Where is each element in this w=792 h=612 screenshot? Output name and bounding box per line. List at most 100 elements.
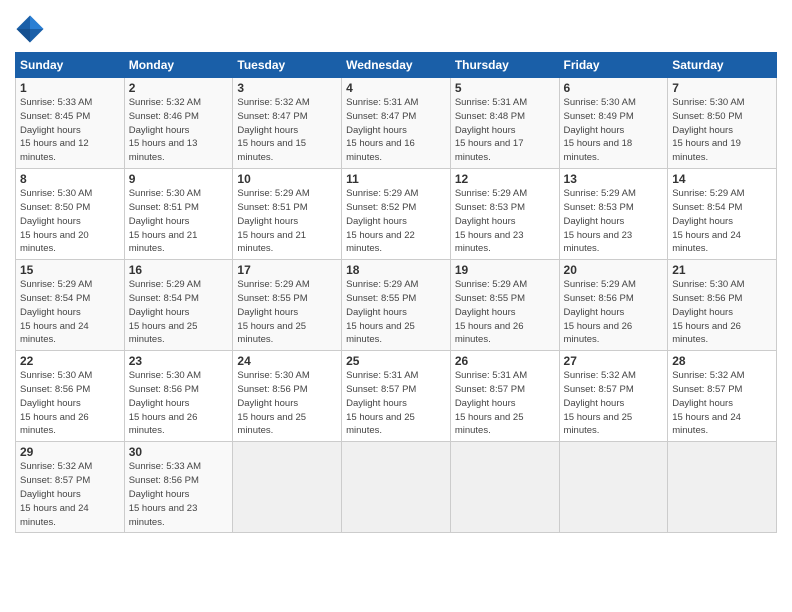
week-row-2: 8 Sunrise: 5:30 AMSunset: 8:50 PMDayligh… [16, 169, 777, 260]
day-cell: 2 Sunrise: 5:32 AMSunset: 8:46 PMDayligh… [124, 78, 233, 169]
header-cell-tuesday: Tuesday [233, 53, 342, 78]
day-cell: 17 Sunrise: 5:29 AMSunset: 8:55 PMDaylig… [233, 260, 342, 351]
day-info: Sunrise: 5:30 AMSunset: 8:49 PMDaylight … [564, 97, 636, 163]
day-cell: 15 Sunrise: 5:29 AMSunset: 8:54 PMDaylig… [16, 260, 125, 351]
week-row-5: 29 Sunrise: 5:32 AMSunset: 8:57 PMDaylig… [16, 442, 777, 533]
day-cell: 8 Sunrise: 5:30 AMSunset: 8:50 PMDayligh… [16, 169, 125, 260]
week-row-4: 22 Sunrise: 5:30 AMSunset: 8:56 PMDaylig… [16, 351, 777, 442]
header-cell-thursday: Thursday [450, 53, 559, 78]
day-info: Sunrise: 5:33 AMSunset: 8:56 PMDaylight … [129, 461, 201, 527]
day-number: 14 [672, 172, 772, 186]
day-number: 30 [129, 445, 229, 459]
day-info: Sunrise: 5:32 AMSunset: 8:47 PMDaylight … [237, 97, 309, 163]
day-info: Sunrise: 5:32 AMSunset: 8:57 PMDaylight … [20, 461, 92, 527]
day-info: Sunrise: 5:31 AMSunset: 8:57 PMDaylight … [346, 370, 418, 436]
day-cell [668, 442, 777, 533]
day-cell: 20 Sunrise: 5:29 AMSunset: 8:56 PMDaylig… [559, 260, 668, 351]
day-cell: 9 Sunrise: 5:30 AMSunset: 8:51 PMDayligh… [124, 169, 233, 260]
day-info: Sunrise: 5:29 AMSunset: 8:55 PMDaylight … [237, 279, 309, 345]
day-cell: 7 Sunrise: 5:30 AMSunset: 8:50 PMDayligh… [668, 78, 777, 169]
day-number: 23 [129, 354, 229, 368]
day-info: Sunrise: 5:29 AMSunset: 8:55 PMDaylight … [455, 279, 527, 345]
day-number: 16 [129, 263, 229, 277]
week-row-1: 1 Sunrise: 5:33 AMSunset: 8:45 PMDayligh… [16, 78, 777, 169]
day-number: 15 [20, 263, 120, 277]
day-cell: 14 Sunrise: 5:29 AMSunset: 8:54 PMDaylig… [668, 169, 777, 260]
day-number: 20 [564, 263, 664, 277]
day-cell: 10 Sunrise: 5:29 AMSunset: 8:51 PMDaylig… [233, 169, 342, 260]
day-cell [450, 442, 559, 533]
day-info: Sunrise: 5:29 AMSunset: 8:53 PMDaylight … [455, 188, 527, 254]
day-cell: 30 Sunrise: 5:33 AMSunset: 8:56 PMDaylig… [124, 442, 233, 533]
day-cell: 23 Sunrise: 5:30 AMSunset: 8:56 PMDaylig… [124, 351, 233, 442]
day-info: Sunrise: 5:31 AMSunset: 8:48 PMDaylight … [455, 97, 527, 163]
day-number: 13 [564, 172, 664, 186]
day-info: Sunrise: 5:29 AMSunset: 8:53 PMDaylight … [564, 188, 636, 254]
day-cell: 5 Sunrise: 5:31 AMSunset: 8:48 PMDayligh… [450, 78, 559, 169]
day-cell: 24 Sunrise: 5:30 AMSunset: 8:56 PMDaylig… [233, 351, 342, 442]
day-info: Sunrise: 5:31 AMSunset: 8:57 PMDaylight … [455, 370, 527, 436]
day-cell: 1 Sunrise: 5:33 AMSunset: 8:45 PMDayligh… [16, 78, 125, 169]
day-number: 19 [455, 263, 555, 277]
day-number: 4 [346, 81, 446, 95]
day-info: Sunrise: 5:30 AMSunset: 8:51 PMDaylight … [129, 188, 201, 254]
header-cell-wednesday: Wednesday [342, 53, 451, 78]
header [15, 10, 777, 44]
day-info: Sunrise: 5:29 AMSunset: 8:54 PMDaylight … [20, 279, 92, 345]
day-cell: 18 Sunrise: 5:29 AMSunset: 8:55 PMDaylig… [342, 260, 451, 351]
day-number: 28 [672, 354, 772, 368]
day-info: Sunrise: 5:32 AMSunset: 8:57 PMDaylight … [564, 370, 636, 436]
day-cell [233, 442, 342, 533]
day-cell: 27 Sunrise: 5:32 AMSunset: 8:57 PMDaylig… [559, 351, 668, 442]
day-info: Sunrise: 5:29 AMSunset: 8:52 PMDaylight … [346, 188, 418, 254]
day-number: 18 [346, 263, 446, 277]
calendar-page: SundayMondayTuesdayWednesdayThursdayFrid… [0, 0, 792, 612]
day-cell: 28 Sunrise: 5:32 AMSunset: 8:57 PMDaylig… [668, 351, 777, 442]
logo-icon [15, 14, 45, 44]
day-info: Sunrise: 5:30 AMSunset: 8:56 PMDaylight … [672, 279, 744, 345]
day-number: 29 [20, 445, 120, 459]
day-cell: 21 Sunrise: 5:30 AMSunset: 8:56 PMDaylig… [668, 260, 777, 351]
day-info: Sunrise: 5:30 AMSunset: 8:56 PMDaylight … [129, 370, 201, 436]
day-number: 5 [455, 81, 555, 95]
header-cell-friday: Friday [559, 53, 668, 78]
day-cell: 22 Sunrise: 5:30 AMSunset: 8:56 PMDaylig… [16, 351, 125, 442]
day-number: 2 [129, 81, 229, 95]
week-row-3: 15 Sunrise: 5:29 AMSunset: 8:54 PMDaylig… [16, 260, 777, 351]
day-number: 27 [564, 354, 664, 368]
day-number: 17 [237, 263, 337, 277]
day-number: 12 [455, 172, 555, 186]
day-number: 6 [564, 81, 664, 95]
day-info: Sunrise: 5:30 AMSunset: 8:56 PMDaylight … [20, 370, 92, 436]
header-cell-sunday: Sunday [16, 53, 125, 78]
calendar-header: SundayMondayTuesdayWednesdayThursdayFrid… [16, 53, 777, 78]
day-info: Sunrise: 5:33 AMSunset: 8:45 PMDaylight … [20, 97, 92, 163]
day-cell: 16 Sunrise: 5:29 AMSunset: 8:54 PMDaylig… [124, 260, 233, 351]
day-cell: 29 Sunrise: 5:32 AMSunset: 8:57 PMDaylig… [16, 442, 125, 533]
day-info: Sunrise: 5:30 AMSunset: 8:50 PMDaylight … [20, 188, 92, 254]
day-info: Sunrise: 5:30 AMSunset: 8:56 PMDaylight … [237, 370, 309, 436]
day-number: 9 [129, 172, 229, 186]
day-info: Sunrise: 5:32 AMSunset: 8:57 PMDaylight … [672, 370, 744, 436]
day-number: 11 [346, 172, 446, 186]
day-info: Sunrise: 5:32 AMSunset: 8:46 PMDaylight … [129, 97, 201, 163]
day-cell: 6 Sunrise: 5:30 AMSunset: 8:49 PMDayligh… [559, 78, 668, 169]
day-number: 10 [237, 172, 337, 186]
day-cell: 25 Sunrise: 5:31 AMSunset: 8:57 PMDaylig… [342, 351, 451, 442]
day-number: 26 [455, 354, 555, 368]
day-number: 25 [346, 354, 446, 368]
day-number: 24 [237, 354, 337, 368]
logo [15, 14, 49, 44]
day-info: Sunrise: 5:29 AMSunset: 8:54 PMDaylight … [672, 188, 744, 254]
day-cell: 19 Sunrise: 5:29 AMSunset: 8:55 PMDaylig… [450, 260, 559, 351]
day-info: Sunrise: 5:29 AMSunset: 8:56 PMDaylight … [564, 279, 636, 345]
day-cell: 4 Sunrise: 5:31 AMSunset: 8:47 PMDayligh… [342, 78, 451, 169]
day-info: Sunrise: 5:31 AMSunset: 8:47 PMDaylight … [346, 97, 418, 163]
header-cell-saturday: Saturday [668, 53, 777, 78]
header-row: SundayMondayTuesdayWednesdayThursdayFrid… [16, 53, 777, 78]
header-cell-monday: Monday [124, 53, 233, 78]
day-info: Sunrise: 5:29 AMSunset: 8:51 PMDaylight … [237, 188, 309, 254]
day-cell [342, 442, 451, 533]
calendar-table: SundayMondayTuesdayWednesdayThursdayFrid… [15, 52, 777, 533]
day-number: 1 [20, 81, 120, 95]
